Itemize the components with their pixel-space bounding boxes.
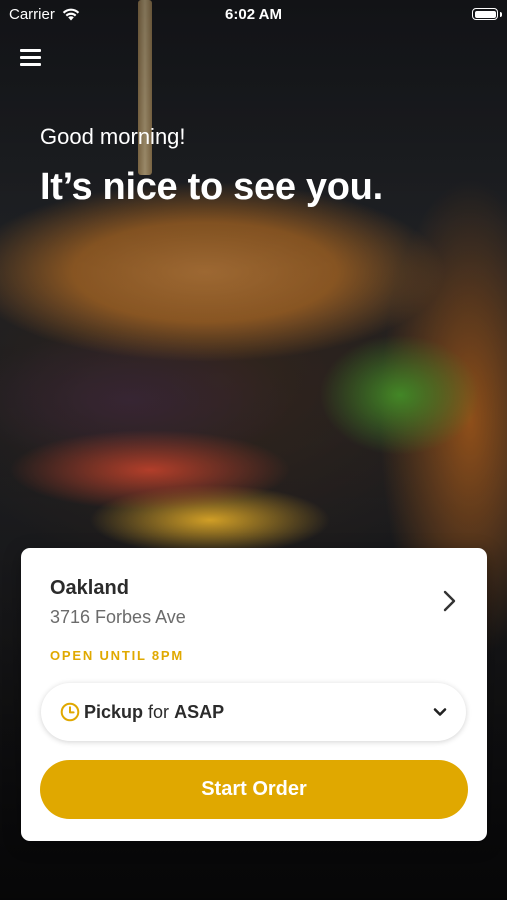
menu-button[interactable]: [20, 48, 42, 68]
location-address: 3716 Forbes Ave: [50, 607, 186, 627]
open-hours-label: OPEN UNTIL 8PM: [50, 648, 185, 663]
pickup-time: ASAP: [174, 702, 225, 722]
clock-icon: [60, 702, 80, 722]
location-card: Oakland 3716 Forbes Ave OPEN UNTIL 8PM P…: [21, 548, 487, 841]
menu-icon: [20, 49, 41, 52]
chevron-right-icon[interactable]: [439, 588, 459, 614]
status-bar: Carrier 6:02 AM: [0, 0, 507, 30]
battery-icon: [472, 8, 498, 20]
pickup-time-selector[interactable]: Pickup for ASAP: [41, 683, 466, 741]
pickup-mode: Pickup: [84, 702, 144, 722]
location-name: Oakland: [50, 577, 129, 599]
pickup-label: Pickup for ASAP: [84, 702, 224, 723]
chevron-down-icon: [433, 708, 447, 716]
headline-text: It’s nice to see you.: [40, 166, 383, 208]
start-order-button[interactable]: Start Order: [40, 760, 468, 819]
greeting-text: Good morning!: [40, 124, 186, 149]
home-screen: Carrier 6:02 AM Good morning! It’s nice …: [0, 0, 507, 900]
pickup-connector: for: [148, 702, 170, 722]
status-time: 6:02 AM: [225, 6, 282, 23]
